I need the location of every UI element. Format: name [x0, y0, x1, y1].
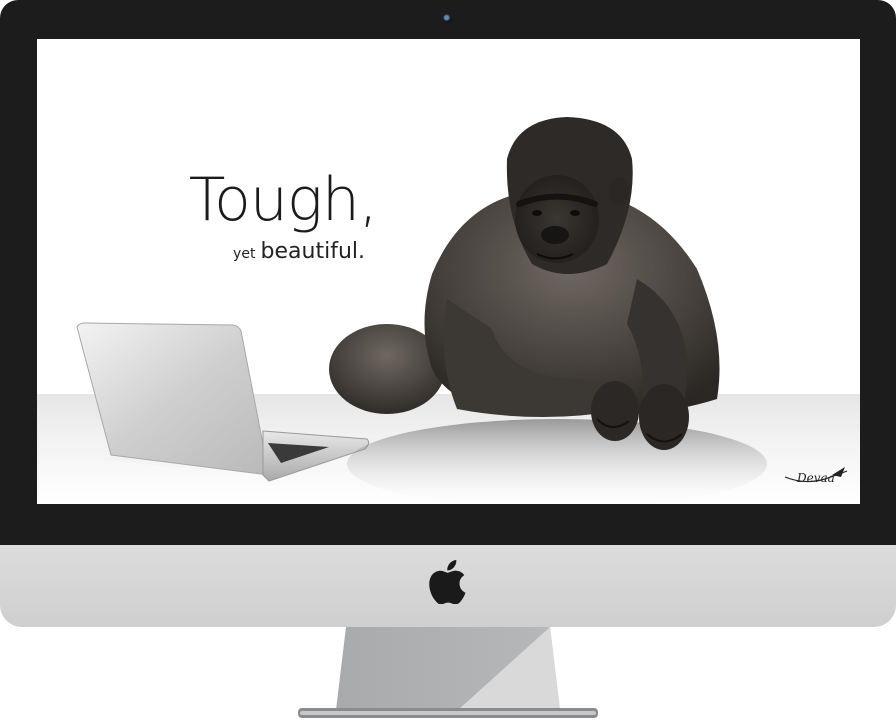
monitor-stand — [298, 627, 598, 718]
